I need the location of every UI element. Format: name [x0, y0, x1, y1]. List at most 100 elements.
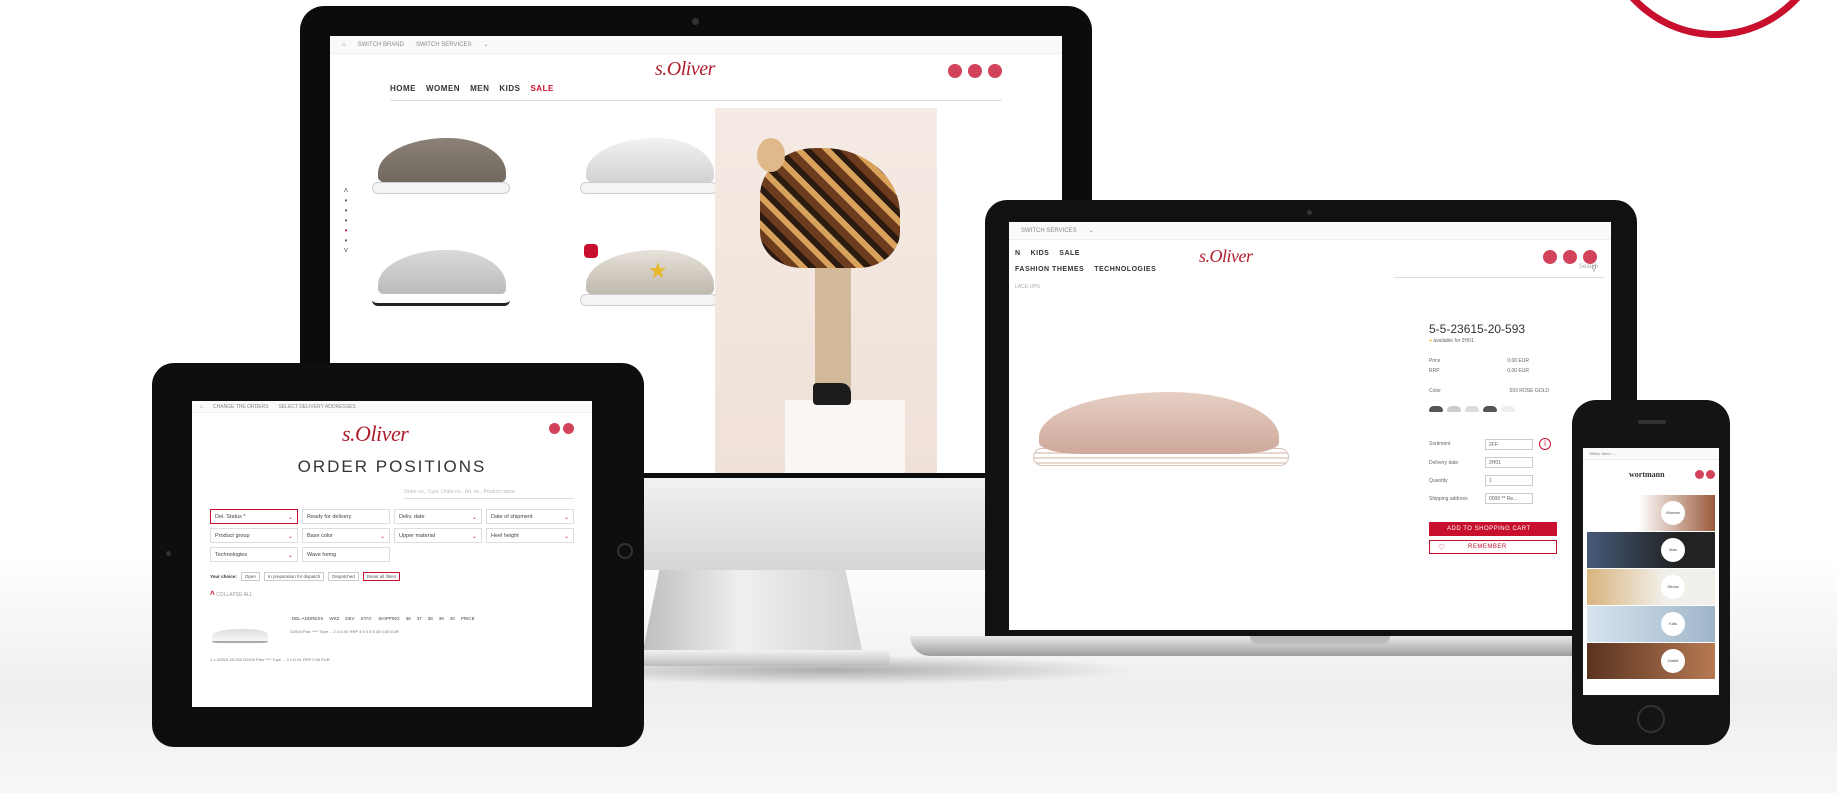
heart-icon[interactable] [968, 64, 982, 78]
star-icon: ★ [648, 258, 668, 283]
chip-dispatched[interactable]: Dispatched [328, 572, 359, 581]
search-input[interactable]: Order no., Cust. Order no., Art. no., Pr… [404, 485, 574, 499]
user-icon[interactable] [1695, 470, 1704, 479]
filter-base-color[interactable]: Base color ⌄ [302, 528, 390, 543]
table-row[interactable]: 1-1-32519-20-200 D2004 Plan **** Tope ..… [210, 655, 574, 677]
chip-in-preparation[interactable]: In preparation for dispatch [263, 572, 325, 581]
filter-wave-hemg[interactable]: Wave hemg [302, 547, 390, 562]
chevron-down-icon: ⌄ [379, 534, 385, 540]
phone-speaker [1638, 420, 1666, 424]
col-size-36: 36 [405, 616, 411, 621]
brand-logo[interactable]: wortmann [1629, 470, 1665, 479]
heart-icon[interactable] [1563, 250, 1577, 264]
cart-icon[interactable] [1706, 470, 1715, 479]
breadcrumb[interactable]: LACE-UPS [1015, 284, 1040, 290]
availability-text: ● available for 2H01 [1429, 338, 1474, 344]
brand-logo[interactable]: s.Oliver [1199, 246, 1253, 267]
category-man[interactable]: Man [1587, 532, 1715, 568]
swatch-black[interactable] [1429, 406, 1443, 412]
swatch-grey[interactable] [1447, 406, 1461, 412]
nav-women[interactable]: WOMEN [426, 84, 460, 93]
switch-services-link[interactable]: SWITCH SERVICES [1021, 228, 1077, 234]
chevron-down-icon[interactable]: ⌄ [484, 41, 489, 48]
change-orders-link[interactable]: CHANGE THE ORDERS [213, 404, 268, 410]
cart-icon[interactable] [988, 64, 1002, 78]
quantity-select[interactable]: 1 [1485, 475, 1533, 486]
sortiment-select[interactable]: 2FF [1485, 438, 1533, 450]
category-woman[interactable]: Woman [1587, 495, 1715, 531]
nav-technologies[interactable]: TECHNOLOGIES [1094, 266, 1156, 273]
pager-dot[interactable]: • [342, 216, 350, 226]
select-delivery-link[interactable]: SELECT DELIVERY ADDRESSES [279, 404, 356, 410]
chip-open[interactable]: Open [240, 572, 260, 581]
delivery-date-select[interactable]: 2H01 [1485, 457, 1533, 468]
carousel-pager[interactable]: ˄ • • • • • ˅ [342, 186, 350, 256]
pager-dot[interactable]: • [342, 226, 350, 236]
nav-men[interactable]: MEN [470, 84, 489, 93]
nav-kids[interactable]: KIDS [1031, 250, 1050, 257]
pager-up-icon[interactable]: ˄ [342, 186, 350, 196]
user-icon[interactable] [948, 64, 962, 78]
filter-date-of-shipment[interactable]: Date of shipment ⌄ [486, 509, 574, 524]
col-dev[interactable]: DEV [345, 616, 354, 621]
col-status[interactable]: STAT. [361, 616, 373, 621]
pager-down-icon[interactable]: ˅ [342, 246, 350, 256]
offline-menu[interactable]: Offline Menu [1589, 451, 1612, 456]
nav-kids[interactable]: KIDS [499, 84, 520, 93]
product-tile-star-sneaker[interactable]: ★ [578, 236, 718, 314]
remember-button[interactable]: ♡ REMEMBER [1429, 540, 1557, 554]
home-icon[interactable]: ⌂ [200, 404, 203, 410]
col-shipping[interactable]: SHIPPING [378, 616, 400, 621]
info-icon[interactable]: i [1539, 438, 1551, 450]
switch-brand-link[interactable]: SWITCH BRAND [358, 42, 404, 48]
col-del-address[interactable]: DEL ADDRESS [292, 616, 323, 621]
product-tile-silver-sneaker[interactable] [578, 124, 718, 202]
switch-services-link[interactable]: SWITCH SERVICES [416, 42, 472, 48]
user-icon[interactable] [1543, 250, 1557, 264]
nav-sale[interactable]: SALE [530, 84, 553, 93]
pager-dot[interactable]: • [342, 196, 350, 206]
filter-product-group[interactable]: Product group ⌄ [210, 528, 298, 543]
cart-icon[interactable] [563, 423, 574, 434]
filter-ready-for-delivery[interactable]: Ready for delivery [302, 509, 390, 524]
filter-upper-material[interactable]: Upper material ⌄ [394, 528, 482, 543]
pager-dot[interactable]: • [342, 236, 350, 246]
filter-del-status[interactable]: Del. Status * ⌄ [210, 509, 298, 524]
cart-icon[interactable] [1583, 250, 1597, 264]
brand-logo[interactable]: s.Oliver [655, 58, 715, 81]
chevron-down-icon[interactable]: ⌄ [1089, 227, 1094, 234]
collapse-all-toggle[interactable]: ˄ COLLAPSE ALL [192, 581, 592, 598]
category-outlet[interactable]: Outlet [1587, 643, 1715, 679]
shipping-address-select[interactable]: 0000 ** Re... [1485, 493, 1533, 504]
filter-heel-height[interactable]: Heel height ⌄ [486, 528, 574, 543]
filter-technologies[interactable]: Technologies ⌄ [210, 547, 298, 562]
filter-deliv-date[interactable]: Deliv. date ⌄ [394, 509, 482, 524]
tablet-header: s.Oliver [192, 413, 592, 463]
shoe-image [378, 250, 506, 298]
nav-home[interactable]: HOME [390, 84, 416, 93]
swatch-light[interactable] [1465, 406, 1479, 412]
brand-logo[interactable]: s.Oliver [342, 421, 409, 447]
rrp-row: RRP 0,00 EUR [1429, 368, 1529, 374]
home-icon[interactable]: ⌂ [342, 42, 346, 48]
swatch-dark[interactable] [1483, 406, 1497, 412]
col-wkz[interactable]: WKZ [329, 616, 339, 621]
reset-filters-button[interactable]: Reset all filters [362, 572, 401, 581]
campaign-image[interactable] [715, 108, 937, 473]
col-price[interactable]: PRICE [461, 616, 475, 621]
product-tile-grey-sneaker[interactable] [370, 124, 510, 202]
table-row[interactable]: D2004 Plan **** Tope ... 2 x D.W. RRP 4 … [210, 627, 574, 649]
search-icon[interactable]: ⚲ [1591, 264, 1597, 273]
nav-fashion-themes[interactable]: FASHION THEMES [1015, 266, 1084, 273]
category-kids[interactable]: Kids [1587, 606, 1715, 642]
swatch-white[interactable] [1501, 406, 1515, 412]
product-image[interactable] [1029, 372, 1289, 482]
search-input[interactable]: Search [1394, 264, 1604, 278]
user-icon[interactable] [549, 423, 560, 434]
product-tile-light-grey-runner[interactable] [370, 236, 510, 314]
pager-dot[interactable]: • [342, 206, 350, 216]
nav-sale[interactable]: SALE [1059, 250, 1080, 257]
add-to-cart-button[interactable]: ADD TO SHOPPING CART [1429, 522, 1557, 536]
category-shoes[interactable]: Shoes [1587, 569, 1715, 605]
nav-men-partial[interactable]: N [1015, 250, 1021, 257]
